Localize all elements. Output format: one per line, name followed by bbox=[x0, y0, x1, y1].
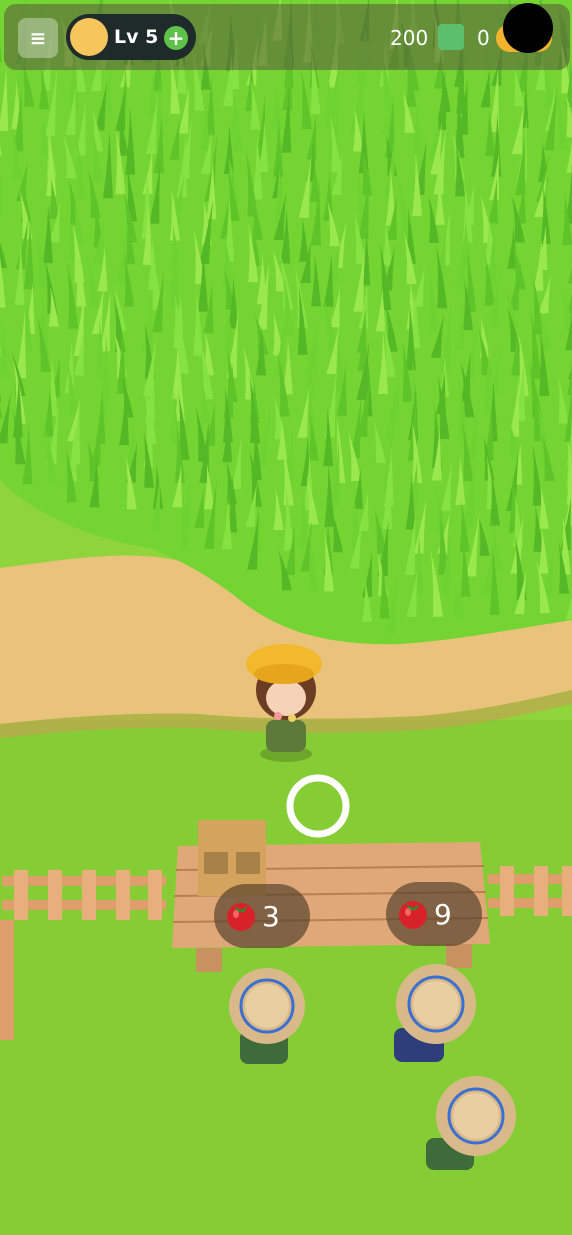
menu-button[interactable]: ≡ bbox=[18, 18, 58, 58]
level-indicator[interactable]: Lv 5 + bbox=[66, 14, 196, 60]
stand-badge-1: 3 bbox=[214, 884, 310, 948]
tomato-icon bbox=[399, 901, 427, 929]
level-plus-button[interactable]: + bbox=[164, 26, 188, 50]
game-scene[interactable]: 3 9 bbox=[0, 0, 572, 1235]
game-world bbox=[0, 0, 572, 1235]
tomato-count: 9 bbox=[434, 898, 452, 931]
level-label: Lv 5 bbox=[114, 26, 159, 48]
tomato-icon bbox=[227, 903, 255, 931]
player-avatar bbox=[70, 18, 108, 56]
coin-amount: 0 bbox=[477, 26, 490, 50]
cash-icon bbox=[438, 24, 464, 50]
tomato-count: 3 bbox=[262, 900, 280, 933]
stand-badge-2: 9 bbox=[386, 882, 482, 946]
cash-amount: 200 bbox=[390, 26, 429, 50]
hamburger-menu-icon: ≡ bbox=[29, 26, 47, 50]
camera-notch bbox=[503, 3, 553, 53]
